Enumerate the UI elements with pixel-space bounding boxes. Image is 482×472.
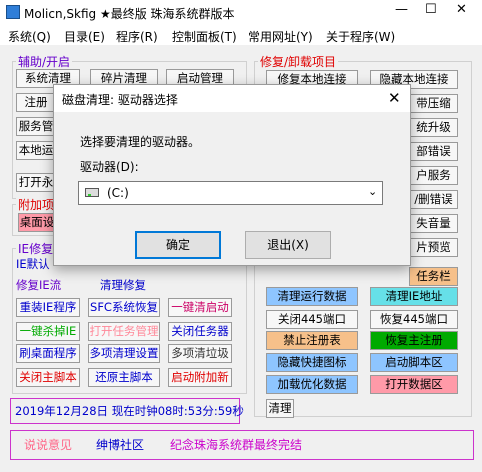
extra-group-title: 附加项 xyxy=(16,196,57,213)
disable-registry-button[interactable]: 禁止注册表 xyxy=(266,331,358,350)
dialog-title-bar: 磁盘清理: 驱动器选择 ✕ xyxy=(54,85,410,112)
menu-control-panel[interactable]: 控制面板(T) xyxy=(172,28,237,45)
desktop-settings-button[interactable]: 桌面设 xyxy=(18,213,56,232)
restore-registry-button[interactable]: 恢复主注册 xyxy=(370,331,458,350)
open-task-manager-button[interactable]: 打开任务管理 xyxy=(88,322,160,341)
selected-drive: (C:) xyxy=(107,186,129,200)
close-main-script-button[interactable]: 关闭主脚本 xyxy=(16,368,80,387)
app-icon xyxy=(6,5,20,19)
menu-directory[interactable]: 目录(E) xyxy=(64,28,105,45)
image-preview-button[interactable]: 片预览 xyxy=(409,238,458,257)
menu-about[interactable]: 关于程序(W) xyxy=(326,28,395,45)
assist-group-title: 辅助/开启 xyxy=(16,53,73,70)
internal-error-button[interactable]: 部错误 xyxy=(409,142,458,161)
restore-main-script-button[interactable]: 还原主脚本 xyxy=(88,368,160,387)
clean-repair-button[interactable]: 清理修复 xyxy=(100,276,146,295)
dialog-close-icon[interactable]: ✕ xyxy=(388,89,401,107)
window-title: Molicn,Skfig ★最终版 珠海系统群版本 xyxy=(24,7,235,21)
service-manage-button[interactable]: 服务管 xyxy=(16,117,56,136)
multi-clean-settings-button[interactable]: 多项清理设置 xyxy=(88,344,160,363)
close-task-button[interactable]: 关闭任务器 xyxy=(168,322,232,341)
community-link[interactable]: 绅博社区 xyxy=(96,436,144,453)
delete-error-button[interactable]: /删错误 xyxy=(409,190,458,209)
start-addon-button[interactable]: 启动附加新 xyxy=(168,368,232,387)
minimize-button[interactable]: — xyxy=(395,2,408,17)
open-data-area-button[interactable]: 打开数据区 xyxy=(370,375,458,394)
taskbar-button[interactable]: 任务栏 xyxy=(409,267,458,286)
open-permanent-button[interactable]: 打开永 xyxy=(16,173,56,192)
user-service-button[interactable]: 户服务 xyxy=(409,166,458,185)
drive-icon xyxy=(85,188,99,197)
load-optimization-button[interactable]: 加载优化数据 xyxy=(266,375,358,394)
clean-ie-address-button[interactable]: 清理IE地址 xyxy=(370,287,458,306)
register-button[interactable]: 注册 xyxy=(16,93,56,112)
menu-common-urls[interactable]: 常用网址(Y) xyxy=(248,28,313,45)
close-button[interactable]: ✕ xyxy=(456,2,467,17)
chevron-down-icon: ⌄ xyxy=(368,185,378,198)
reinstall-ie-button[interactable]: 重装IE程序 xyxy=(16,298,80,317)
clean-run-data-button[interactable]: 清理运行数据 xyxy=(266,287,358,306)
repair-group-title: 修复/卸载项目 xyxy=(258,53,339,70)
menu-program[interactable]: 程序(R) xyxy=(116,28,158,45)
clean-last-button[interactable]: 清理 xyxy=(266,399,294,418)
feedback-link[interactable]: 说说意见 xyxy=(24,436,72,453)
kill-ie-button[interactable]: 一键杀掉IE xyxy=(16,322,80,341)
drive-label: 驱动器(D): xyxy=(80,160,139,174)
dialog-title: 磁盘清理: 驱动器选择 xyxy=(62,93,178,107)
exit-button[interactable]: 退出(X) xyxy=(245,231,331,259)
restore-445-port-button[interactable]: 恢复445端口 xyxy=(370,310,458,329)
repair-ie-button[interactable]: 修复IE流 xyxy=(16,276,61,295)
refresh-desktop-button[interactable]: 刷桌面程序 xyxy=(16,344,80,363)
local-run-button[interactable]: 本地运 xyxy=(16,141,56,160)
ie-default-button[interactable]: IE默认 xyxy=(16,255,50,274)
one-click-startup-button[interactable]: 一键清启动 xyxy=(168,298,232,317)
datetime-text: 2019年12月28日 现在时钟08时:53分:59秒 xyxy=(15,404,244,418)
system-upgrade-button[interactable]: 统升级 xyxy=(409,118,458,137)
lost-volume-button[interactable]: 失音量 xyxy=(409,214,458,233)
maximize-button[interactable]: ☐ xyxy=(425,2,437,17)
sfc-restore-button[interactable]: SFC系统恢复 xyxy=(88,298,160,317)
title-bar: Molicn,Skfig ★最终版 珠海系统群版本 — ☐ ✕ xyxy=(0,0,482,25)
menu-bar: 系统(Q) 目录(E) 程序(R) 控制面板(T) 常用网址(Y) 关于程序(W… xyxy=(0,25,482,45)
start-script-area-button[interactable]: 启动脚本区 xyxy=(370,353,458,372)
menu-system[interactable]: 系统(Q) xyxy=(8,28,51,45)
drive-select-dialog: 磁盘清理: 驱动器选择 ✕ 选择要清理的驱动器。 驱动器(D): (C:) ⌄ … xyxy=(53,84,411,266)
hide-shortcut-icons-button[interactable]: 隐藏快捷图标 xyxy=(266,353,358,372)
ok-button[interactable]: 确定 xyxy=(135,231,221,259)
memorial-link[interactable]: 纪念珠海系统群最终完结 xyxy=(170,436,302,453)
dialog-prompt: 选择要清理的驱动器。 xyxy=(80,135,201,149)
compress-button[interactable]: 带压缩 xyxy=(409,94,458,113)
close-445-port-button[interactable]: 关闭445端口 xyxy=(266,310,358,329)
multi-clean-junk-button[interactable]: 多项清垃圾 xyxy=(168,344,232,363)
drive-select[interactable]: (C:) ⌄ xyxy=(78,181,383,205)
